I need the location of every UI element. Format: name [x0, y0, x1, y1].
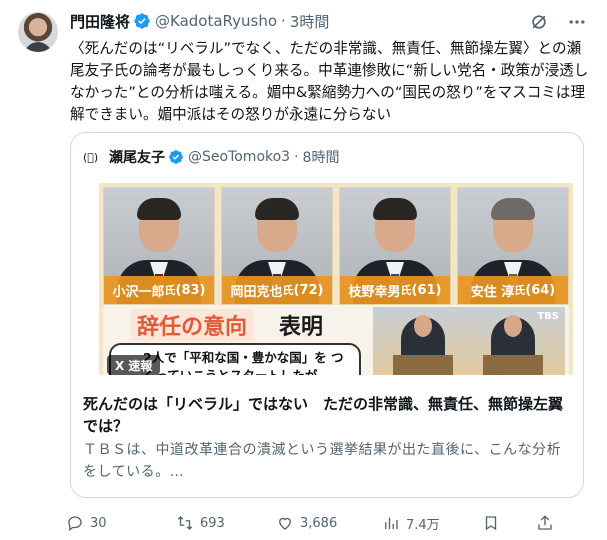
more-options-icon[interactable] [567, 12, 587, 32]
tv-logo: TBS [537, 311, 559, 322]
heart-icon [279, 517, 291, 530]
tweet-text: 〈死んだのは“リベラル”でなく、ただの非常識、無責任、無節操左翼〉との瀬尾友子氏… [70, 40, 589, 123]
author-name[interactable]: 門田隆将 [70, 11, 130, 32]
author-handle[interactable]: @KadotaRyusho [155, 12, 277, 30]
nameplate: 岡田克也氏 (72) [222, 276, 332, 304]
media-tag: X 速報 [107, 355, 161, 375]
portrait: 安住 淳氏 (64) [457, 187, 569, 305]
reply-count: 30 [90, 515, 107, 531]
nameplate: 枝野幸男氏 (61) [340, 276, 450, 304]
like-button[interactable]: 3,686 [276, 514, 337, 532]
quoted-tweet-header: (ﾟ) 瀬尾友子 @SeoTomoko3 · 8時間 [83, 147, 339, 167]
view-count: 7.4万 [406, 517, 440, 533]
portrait: 枝野幸男氏 (61) [339, 187, 451, 305]
quoted-author-avatar[interactable]: (ﾟ) [83, 147, 105, 167]
reply-button[interactable]: 30 [66, 514, 107, 532]
politician-portraits: 小沢一郎氏 (83) 岡田克也氏 (72) 枝野幸男氏 (61) 安住 淳氏 (64) [103, 187, 569, 305]
reply-icon [68, 516, 82, 532]
nameplate: 安住 淳氏 (64) [458, 276, 568, 304]
grok-icon[interactable] [529, 12, 549, 32]
author-avatar[interactable] [18, 12, 58, 52]
portrait: 小沢一郎氏 (83) [103, 187, 215, 305]
quoted-tweet-time[interactable]: 8時間 [303, 147, 340, 167]
retweet-button[interactable]: 693 [176, 514, 225, 532]
retweet-icon [177, 516, 193, 530]
verified-badge-icon [169, 150, 183, 164]
quoted-author-handle[interactable]: @SeoTomoko3 [188, 149, 290, 165]
quoted-author-name[interactable]: 瀬尾友子 [109, 147, 165, 167]
separator-dot: · [281, 12, 286, 30]
resign-caption: 辞任の意向 表明 [107, 307, 371, 341]
verified-badge-icon [134, 13, 150, 29]
top-actions [529, 12, 587, 32]
article-title[interactable]: 死んだのは「リベラル」ではない ただの非常識、無責任、無節操左翼では？ [83, 393, 573, 437]
retweet-count: 693 [200, 515, 225, 531]
article-preview-image[interactable]: 小沢一郎氏 (83) 岡田克也氏 (72) 枝野幸男氏 (61) 安住 淳氏 (64) … [99, 183, 573, 375]
tweet-action-bar: 30 693 3,686 7.4万 [62, 512, 592, 534]
views-chart-icon [385, 517, 398, 529]
bookmark-button[interactable] [482, 514, 500, 532]
separator-dot: · [294, 149, 299, 165]
tweet-header: 門田隆将 @KadotaRyusho · 3時間 [70, 11, 329, 31]
share-button[interactable] [536, 514, 554, 532]
like-count: 3,686 [300, 515, 338, 531]
news-caption-panel: 辞任の意向 表明 2人で「平和な国・豊かな国」を つくっていこうとスタートしたが… [103, 305, 569, 375]
share-icon [538, 515, 552, 530]
bookmark-icon [485, 516, 497, 531]
nameplate: 小沢一郎氏 (83) [104, 276, 214, 304]
portrait: 岡田克也氏 (72) [221, 187, 333, 305]
press-conference-scene: TBS [373, 307, 565, 375]
quoted-tweet-card[interactable]: (ﾟ) 瀬尾友子 @SeoTomoko3 · 8時間 小沢一郎氏 (83) 岡田克… [70, 132, 584, 498]
tweet-time[interactable]: 3時間 [290, 11, 330, 32]
views-button[interactable]: 7.4万 [382, 514, 440, 533]
article-summary: ＴＢＳは、中道改革連合の潰滅という選挙結果が出た直後に、こんな分析をしている。… [83, 442, 562, 480]
